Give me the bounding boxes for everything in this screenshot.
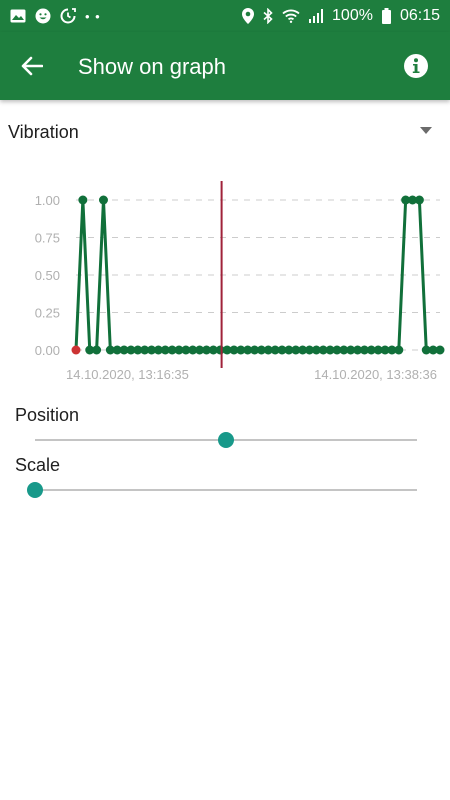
back-button[interactable]: [12, 46, 52, 86]
y-tick-label: 0.00: [35, 343, 60, 358]
bluetooth-icon: [263, 8, 273, 24]
info-button[interactable]: [396, 46, 436, 86]
sensor-dropdown[interactable]: Vibration: [0, 110, 450, 154]
status-bar-left: • •: [10, 8, 101, 24]
app-bar: Show on graph: [0, 32, 450, 100]
sync-icon: [60, 8, 76, 24]
position-label: Position: [15, 405, 80, 425]
dropdown-arrow-icon: [420, 127, 432, 134]
x-start-label: 14.10.2020, 13:16:35: [66, 367, 189, 382]
data-point: [71, 345, 81, 355]
clock: 06:15: [399, 7, 440, 24]
data-point: [394, 345, 404, 355]
emoji-icon: [35, 8, 51, 24]
info-icon: [404, 54, 428, 78]
y-tick-label: 0.75: [35, 231, 60, 246]
data-point: [78, 195, 88, 205]
status-bar-right: 100% 06:15: [242, 7, 440, 25]
y-tick-label: 1.00: [35, 193, 60, 208]
x-end-label: 14.10.2020, 13:38:36: [314, 367, 437, 382]
scale-slider-thumb[interactable]: [27, 482, 43, 498]
image-icon: [10, 9, 26, 23]
dropdown-selected-value: Vibration: [8, 122, 79, 142]
battery-icon: [381, 8, 391, 24]
data-point: [435, 345, 445, 355]
data-point: [92, 345, 102, 355]
page-title: Show on graph: [78, 54, 226, 79]
y-tick-label: 0.25: [35, 306, 60, 321]
position-slider[interactable]: [35, 432, 417, 448]
more-dots-icon: • •: [85, 8, 101, 24]
scale-label: Scale: [15, 455, 61, 475]
position-slider-thumb[interactable]: [218, 432, 234, 448]
data-point: [414, 195, 424, 205]
status-bar: • • 100% 06:15: [0, 0, 450, 32]
battery-percent: 100%: [332, 7, 373, 24]
vibration-chart[interactable]: 1.00 0.75 0.50 0.25 0.00 14.10.2020, 13:16:35…: [0, 175, 450, 390]
data-point: [98, 195, 108, 205]
location-icon: [242, 8, 255, 24]
signal-icon: [309, 9, 324, 23]
wifi-icon: [282, 9, 300, 23]
y-tick-label: 0.50: [35, 268, 60, 283]
arrow-back-icon: [21, 56, 43, 76]
scale-slider[interactable]: [27, 482, 417, 498]
